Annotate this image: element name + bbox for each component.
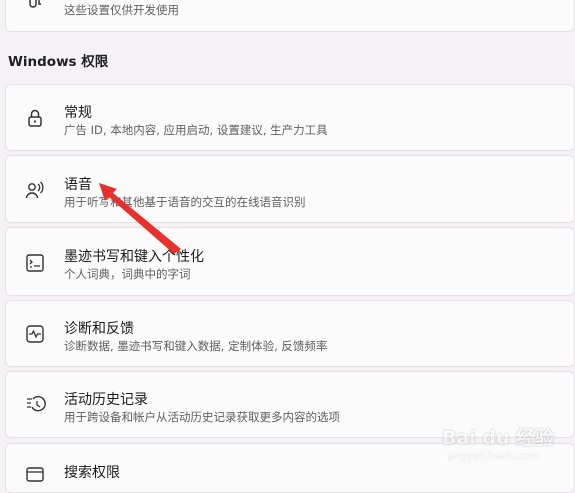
section-header: Windows 权限 <box>8 54 109 70</box>
settings-item-desc: 个人词典，词典中的字词 <box>64 267 191 281</box>
settings-item-inking-typing[interactable]: 墨迹书写和键入个性化 个人词典，词典中的字词 <box>5 227 575 296</box>
settings-item-title: 诊断和反馈 <box>64 321 134 337</box>
developer-tools-icon <box>24 0 46 19</box>
speech-icon <box>24 179 46 201</box>
watermark: Bai du 经验 jingyan.baidu.com <box>442 421 567 471</box>
lock-icon <box>24 107 46 129</box>
settings-item-desc: 诊断数据, 墨迹书写和键入数据, 定制体验, 反馈频率 <box>64 339 328 353</box>
settings-item-title: 常规 <box>64 105 92 121</box>
settings-item-title: 墨迹书写和键入个性化 <box>64 249 204 265</box>
watermark-url: jingyan.baidu.com <box>448 451 541 462</box>
ink-typing-icon <box>24 252 46 274</box>
settings-item-speech[interactable]: 语音 用于听写和其他基于语音的交互的在线语音识别 <box>5 155 575 223</box>
watermark-logo-text: Bai du 经验 <box>442 427 555 449</box>
settings-item-general[interactable]: 常规 广告 ID, 本地内容, 应用启动, 设置建议, 生产力工具 <box>5 84 575 151</box>
developer-settings-card[interactable]: 这些设置仅供开发使用 <box>5 0 575 32</box>
settings-item-desc: 用于听写和其他基于语音的交互的在线语音识别 <box>64 195 306 209</box>
settings-item-diagnostics[interactable]: 诊断和反馈 诊断数据, 墨迹书写和键入数据, 定制体验, 反馈频率 <box>5 300 575 367</box>
settings-item-title: 语音 <box>64 177 92 193</box>
history-icon <box>24 394 46 416</box>
settings-item-desc: 广告 ID, 本地内容, 应用启动, 设置建议, 生产力工具 <box>64 123 328 137</box>
settings-item-title: 搜索权限 <box>64 465 120 481</box>
settings-item-title: 活动历史记录 <box>64 392 148 408</box>
developer-settings-desc: 这些设置仅供开发使用 <box>64 3 179 17</box>
diagnostics-icon <box>24 323 46 345</box>
search-permissions-icon <box>24 464 46 486</box>
settings-item-desc: 用于跨设备和帐户从活动历史记录获取更多内容的选项 <box>64 410 340 424</box>
